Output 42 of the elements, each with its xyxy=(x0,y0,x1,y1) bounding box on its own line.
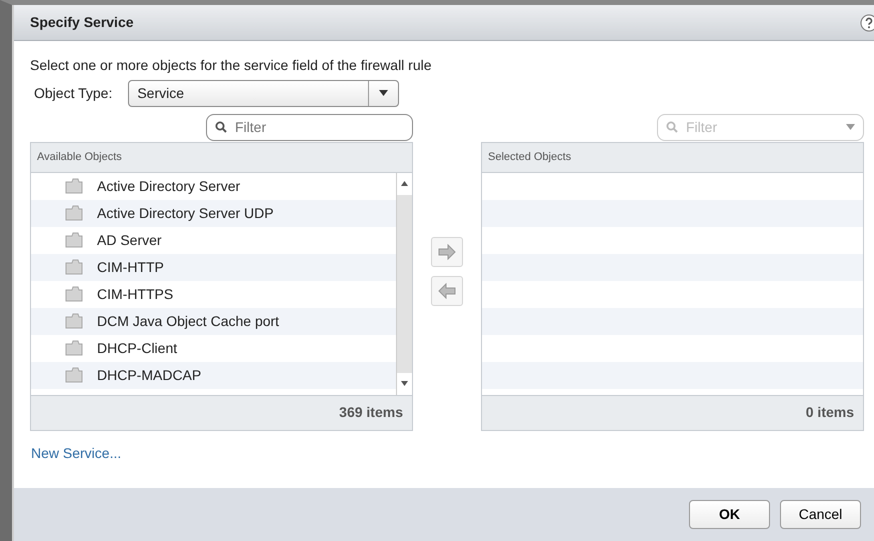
folder-icon xyxy=(65,313,83,329)
new-service-link[interactable]: New Service... xyxy=(31,444,122,460)
dialog-title: Specify Service xyxy=(30,14,135,31)
folder-icon xyxy=(65,367,83,383)
right-arrow-icon xyxy=(438,244,456,260)
folder-icon xyxy=(65,286,83,302)
list-item[interactable]: DHCP-MADCAP xyxy=(31,362,396,388)
column-header: Selected Objects xyxy=(482,142,863,172)
list-item[interactable]: DHCP-Client xyxy=(31,334,396,362)
list-item[interactable]: DCM Java Object Cache port xyxy=(31,308,396,334)
dialog-button[interactable]: OK xyxy=(689,500,770,529)
object-type-dropdown[interactable]: Service xyxy=(128,80,400,106)
dialog-button[interactable]: Cancel xyxy=(780,500,861,529)
item-count: 369 items xyxy=(31,394,412,430)
search-icon xyxy=(666,121,678,133)
caret-icon xyxy=(379,90,388,96)
scroll-down-icon[interactable] xyxy=(401,381,408,386)
scroll-up-icon[interactable] xyxy=(401,181,408,186)
caret-icon xyxy=(846,124,855,130)
folder-icon xyxy=(65,205,83,221)
move-right-button[interactable] xyxy=(431,236,463,266)
list-item[interactable]: CIM-HTTP xyxy=(31,254,396,280)
help-icon[interactable] xyxy=(860,14,874,32)
folder-icon xyxy=(65,340,83,356)
object-type-value: Service xyxy=(137,84,186,102)
list-item[interactable]: CIM-HTTPS xyxy=(31,280,396,308)
filter-field[interactable]: Filter xyxy=(206,114,413,140)
list-item[interactable]: AD Server xyxy=(31,226,396,254)
folder-icon xyxy=(65,178,83,194)
object-type-label: Object Type: xyxy=(34,84,112,103)
left-arrow-icon xyxy=(438,282,456,298)
list-item[interactable]: Active Directory Server UDP xyxy=(31,200,396,226)
list-item[interactable]: Active Directory Server xyxy=(31,172,396,200)
search-icon xyxy=(215,121,227,133)
folder-icon xyxy=(65,259,83,275)
column-header: Available Objects xyxy=(31,142,412,172)
instruction-text: Select one or more objects for the service field of the firewall rule xyxy=(30,56,433,75)
filter-input[interactable]: Filter xyxy=(233,116,412,138)
folder-icon xyxy=(65,232,83,248)
item-count: 0 items xyxy=(482,394,863,430)
scrollbar[interactable] xyxy=(396,172,412,394)
move-left-button[interactable] xyxy=(431,276,463,306)
